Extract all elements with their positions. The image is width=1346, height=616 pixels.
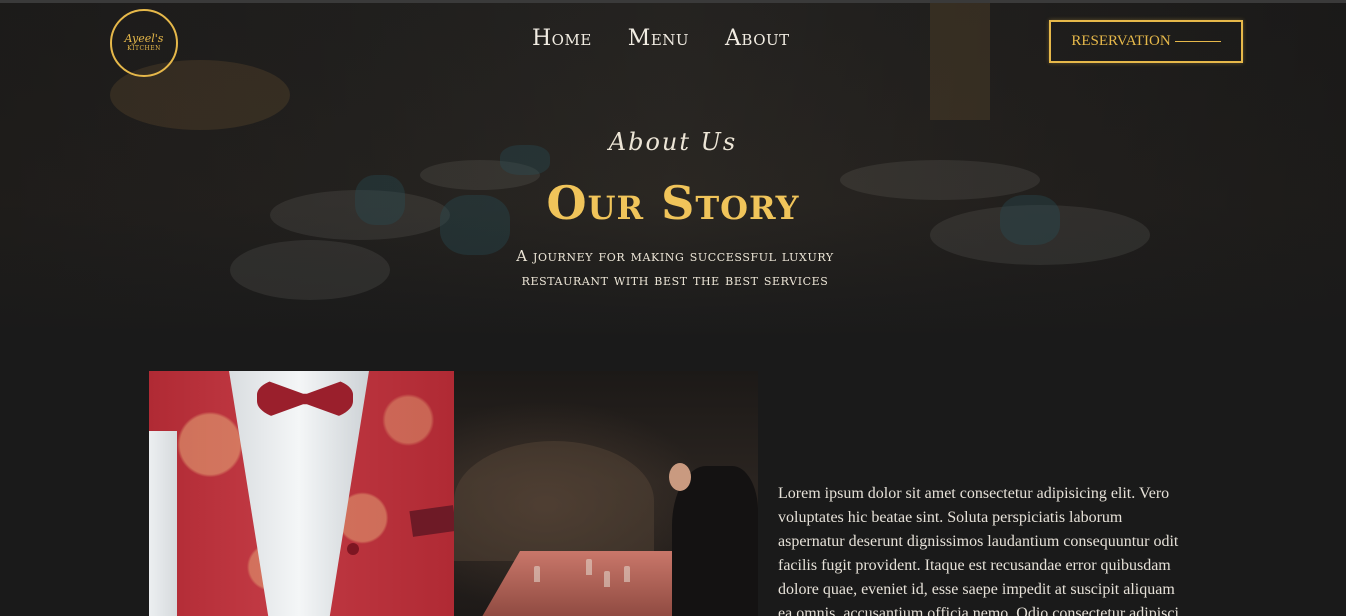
nav-home-link[interactable]: Home <box>532 26 592 51</box>
dining-table-image <box>454 371 758 616</box>
reservation-line-decoration <box>1174 41 1221 42</box>
top-border <box>0 0 1346 3</box>
page-title: Our Story <box>546 176 800 230</box>
nav-about-link[interactable]: About <box>725 26 790 51</box>
main-nav: Home Menu About <box>532 26 790 51</box>
logo[interactable]: Ayeel's KITCHEN <box>110 9 178 77</box>
nav-menu-link[interactable]: Menu <box>628 26 689 51</box>
logo-text-main: Ayeel's <box>124 32 164 45</box>
logo-text-sub: KITCHEN <box>127 45 161 52</box>
reservation-button[interactable]: RESERVATION <box>1049 20 1243 63</box>
story-paragraph: Lorem ipsum dolor sit amet consectetur a… <box>778 485 1179 616</box>
reservation-label: RESERVATION <box>1071 33 1171 49</box>
hero-kicker: About Us <box>608 128 738 156</box>
waiter-vest-image <box>149 371 454 616</box>
hero-subtitle: A journey for making successful luxury r… <box>516 247 834 289</box>
